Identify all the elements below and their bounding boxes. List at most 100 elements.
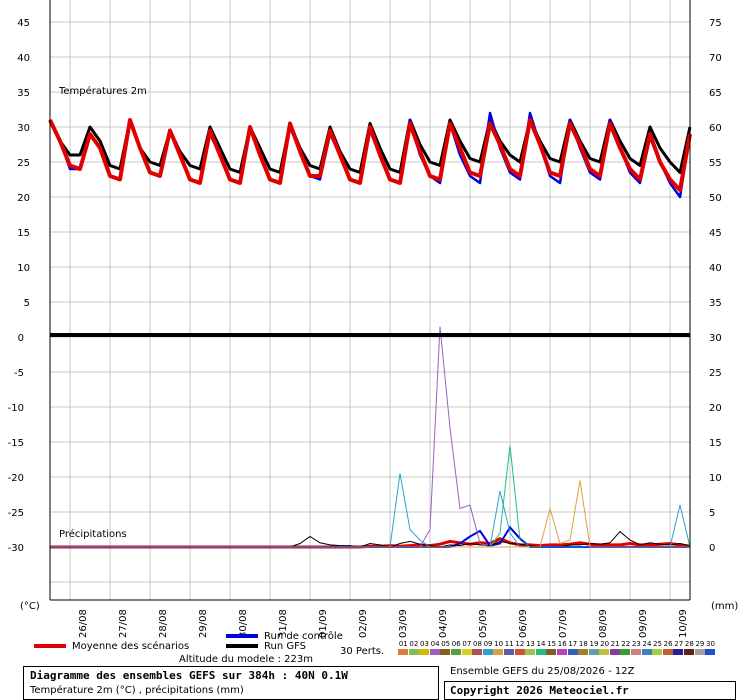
pert-label: 05 [441,640,451,648]
precip-left-tick: -15 [8,438,24,449]
temp-left-tick: 15 [17,228,30,239]
pert-label: 13 [525,640,535,648]
precip-left-tick: 0 [18,333,24,344]
precip-series-pert-09 [50,473,691,548]
precip-left-tick: -25 [8,508,24,519]
pert-color-swatch [546,649,557,655]
pert-color-swatch [429,649,440,655]
pert-color-swatch [461,649,472,655]
precip-right-tick: 20 [709,403,722,414]
pert-label: 21 [610,640,620,648]
x-tick-label: 03/09 [398,609,409,638]
x-tick-label: 05/09 [478,609,489,638]
control-swatch [226,634,258,638]
pert-label: 12 [515,640,525,648]
x-tick-label: 26/08 [78,609,89,638]
pert-color-swatch [514,649,525,655]
precip-right-tick: 15 [709,438,722,449]
pert-color-swatch [567,649,578,655]
x-tick-label: 06/09 [518,609,529,638]
pert-color-swatch [503,649,514,655]
x-tick-label: 02/09 [358,609,369,638]
temp-right-tick: 70 [709,53,722,64]
x-tick-label: 10/09 [678,609,689,638]
temp-right-tick: 35 [709,298,722,309]
pert-label: 01 [398,640,408,648]
legend-gfs: Run GFS [226,641,306,652]
pert-color-swatch [450,649,461,655]
pert-color-swatch [482,649,493,655]
precip-series-pert-14 [50,445,690,548]
legend-perts: 30 Perts. [340,646,385,657]
altitude-label: Altitude du modele : 223m [179,654,313,665]
pert-label: 16 [557,640,567,648]
pert-label: 10 [494,640,504,648]
pert-label: 15 [547,640,557,648]
pert-color-swatch [705,649,716,655]
pert-color-swatch [673,649,684,655]
pert-color-swatch [525,649,536,655]
temp-right-tick: 40 [709,263,722,274]
temp-left-tick: 40 [17,53,30,64]
pert-color-swatch [493,649,504,655]
left-unit-label: (°C) [20,601,40,612]
temp-right-tick: 55 [709,158,722,169]
legend-mean-label: Moyenne des scénarios [72,641,190,652]
pert-label: 27 [674,640,684,648]
x-tick-label: 08/09 [598,609,609,638]
temp-panel-label: Températures 2m [59,86,147,97]
footer-subtitle: Température 2m (°C) , précipitations (mm… [30,685,244,696]
pert-color-swatch [631,649,642,655]
pert-label: 03 [420,640,429,648]
footer-title: Diagramme des ensembles GEFS sur 384h : … [30,669,348,682]
pert-color-swatch [535,649,546,655]
pert-color-swatch [620,649,631,655]
pert-color-swatch [556,649,567,655]
precip-left-tick: -30 [8,543,24,554]
perturbation-legend: 01 02 03 04 05 06 07 08 09 10 11 12 13 14 15 16 17 18 19 20… [398,640,732,655]
legend-mean: Moyenne des scénarios [34,641,189,652]
pert-label: 23 [631,640,641,648]
pert-label: 06 [451,640,461,648]
pert-label: 09 [483,640,493,648]
pert-label: 07 [462,640,472,648]
legend-gfs-label: Run GFS [264,641,307,652]
pert-label: 17 [568,640,578,648]
pert-color-swatch [662,649,673,655]
footer-copyright: Copyright 2026 Meteociel.fr [450,684,629,697]
pert-label: 02 [409,640,419,648]
temp-left-tick: 5 [24,298,30,309]
temp-right-tick: 75 [709,18,722,29]
precip-series-pert-10 [50,480,690,548]
pert-color-swatch [684,649,695,655]
precip-right-tick: 10 [709,473,722,484]
temp-left-tick: 20 [17,193,30,204]
precip-left-tick: -20 [8,473,24,484]
pert-label: 08 [472,640,482,648]
temp-left-tick: 25 [17,158,30,169]
pert-color-swatch [440,649,451,655]
pert-color-swatch [609,649,620,655]
precip-right-tick: 25 [709,368,722,379]
pert-label: 11 [504,640,514,648]
pert-label: 26 [663,640,673,648]
pert-label: 14 [536,640,546,648]
x-tick-label: 09/09 [638,609,649,638]
footer-run: Ensemble GEFS du 25/08/2026 - 12Z [450,666,635,677]
pert-color-swatch [599,649,610,655]
precip-right-tick: 30 [709,333,722,344]
x-tick-label: 27/08 [118,609,129,638]
x-tick-label: 28/08 [158,609,169,638]
temp-left-tick: 45 [17,18,30,29]
precip-panel-label: Précipitations [59,529,127,540]
pert-label: 29 [695,640,705,648]
mean-swatch [34,644,66,648]
pert-color-swatch [578,649,589,655]
pert-color-swatch [398,649,408,655]
temp-left-tick: 30 [17,123,30,134]
pert-label: 19 [589,640,599,648]
precip-right-tick: 5 [709,508,715,519]
footer-title-box: Diagramme des ensembles GEFS sur 384h : … [23,666,439,700]
temp-right-tick: 45 [709,228,722,239]
right-unit-label: (mm) [711,601,739,612]
